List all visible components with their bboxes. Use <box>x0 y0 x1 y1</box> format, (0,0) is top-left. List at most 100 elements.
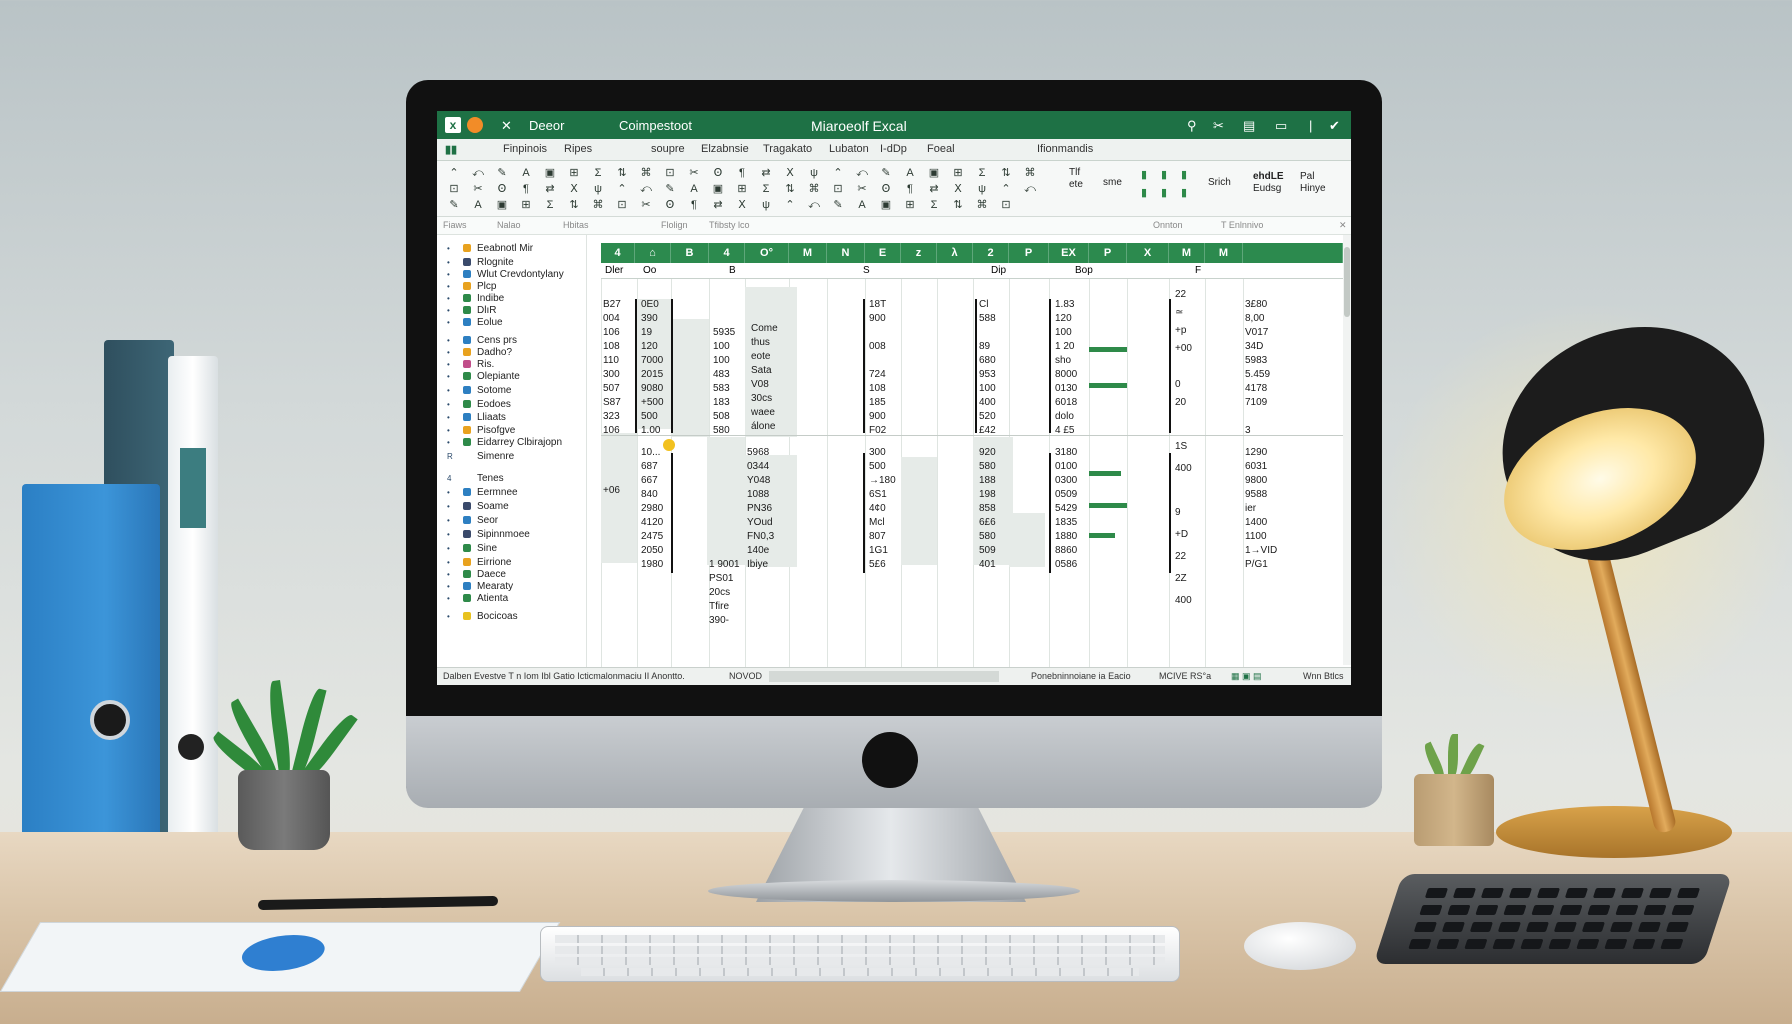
ribbon-toggle-icon[interactable]: ▮▮ <box>445 143 457 156</box>
header-cell[interactable]: F <box>1195 265 1201 276</box>
cell[interactable]: 400 <box>1175 595 1192 607</box>
sidebar-item[interactable]: • Atienta <box>447 593 508 607</box>
cell[interactable]: 20cs <box>709 587 730 599</box>
cell[interactable]: 188 <box>979 475 996 487</box>
column-header[interactable]: O° <box>745 243 789 263</box>
file-tab[interactable]: Deeor <box>529 118 564 133</box>
toolbar-icon[interactable]: Ⅹ <box>567 183 581 195</box>
toolbar-icon[interactable]: ✎ <box>831 199 845 211</box>
cell[interactable]: 400 <box>1175 463 1192 475</box>
toolbar-icon[interactable]: ⊡ <box>447 183 461 195</box>
cell[interactable]: 323 <box>603 411 620 423</box>
style-swatch-icon[interactable]: ▮ <box>1137 169 1151 181</box>
cell[interactable]: FN0,3 <box>747 531 774 543</box>
menu-item[interactable]: I-dDp <box>880 143 907 155</box>
cell[interactable]: B27 <box>603 299 621 311</box>
header-cell[interactable]: Dler <box>605 265 623 276</box>
cell[interactable]: 22 <box>1175 289 1186 301</box>
column-header[interactable]: P <box>1089 243 1127 263</box>
cell[interactable]: Ibiye <box>747 559 768 571</box>
toolbar-icon[interactable]: ⊞ <box>735 183 749 195</box>
cell[interactable]: 0509 <box>1055 489 1077 501</box>
column-header[interactable]: λ <box>937 243 973 263</box>
toolbar-icon[interactable]: A <box>903 167 917 179</box>
column-header[interactable]: N <box>827 243 865 263</box>
cell[interactable]: waee <box>751 407 775 419</box>
toolbar-icon[interactable]: ⌃ <box>615 183 629 195</box>
toolbar-icon[interactable]: ⤺ <box>855 167 869 179</box>
cell[interactable]: 5935 <box>713 327 735 339</box>
header-cell[interactable]: S <box>863 265 870 276</box>
toolbar-icon[interactable]: ✂ <box>639 199 653 211</box>
cell[interactable]: +06 <box>603 485 620 497</box>
toolbar-icon[interactable]: ψ <box>591 183 605 195</box>
formula-item[interactable]: Hbitas <box>563 220 589 230</box>
menu-item[interactable]: Tragakato <box>763 143 812 155</box>
toolbar-icon[interactable]: ⇄ <box>927 183 941 195</box>
cell[interactable]: 0 <box>1175 379 1181 391</box>
toolbar-icon[interactable]: Ⅹ <box>951 183 965 195</box>
toolbar-icon[interactable]: ⌃ <box>783 199 797 211</box>
toolbar-icon[interactable]: ¶ <box>903 183 917 195</box>
toolbar-icon[interactable]: ⇄ <box>711 199 725 211</box>
ribbon-label[interactable]: ete <box>1069 179 1083 190</box>
cell[interactable]: dolo <box>1055 411 1074 423</box>
sidebar-item[interactable]: • Olepiante <box>447 371 520 385</box>
column-header[interactable]: E <box>865 243 901 263</box>
cell[interactable]: 20 <box>1175 397 1186 409</box>
cell[interactable]: 4¢0 <box>869 503 886 515</box>
column-header[interactable]: M <box>1169 243 1205 263</box>
cell[interactable]: 106 <box>603 327 620 339</box>
cell[interactable]: 9588 <box>1245 489 1267 501</box>
toolbar-icon[interactable]: ▣ <box>495 199 509 211</box>
cell[interactable]: 500 <box>641 411 658 423</box>
sidebar-item[interactable]: R Simenre <box>447 451 514 465</box>
cell[interactable]: 509 <box>979 545 996 557</box>
ribbon-label[interactable]: Eudsg <box>1253 183 1281 194</box>
warning-icon[interactable] <box>663 439 675 451</box>
cell[interactable]: 507 <box>603 383 620 395</box>
cell[interactable]: 34D <box>1245 341 1263 353</box>
toolbar-icon[interactable]: A <box>855 199 869 211</box>
toolbar-icon[interactable]: ⊡ <box>999 199 1013 211</box>
cell[interactable]: 0130 <box>1055 383 1077 395</box>
cell[interactable]: 900 <box>869 313 886 325</box>
cell[interactable]: 100 <box>1055 327 1072 339</box>
toolbar-icon[interactable]: Σ <box>591 167 605 179</box>
cell[interactable]: S87 <box>603 397 621 409</box>
formula-item[interactable]: Nalao <box>497 220 521 230</box>
close-pane-icon[interactable]: ✕ <box>1339 220 1347 231</box>
toolbar-icon[interactable]: ⊞ <box>951 167 965 179</box>
cell[interactable]: 840 <box>641 489 658 501</box>
cell[interactable]: 2050 <box>641 545 663 557</box>
cell[interactable]: 4120 <box>641 517 663 529</box>
cell[interactable]: 18T <box>869 299 886 311</box>
toolbar-icon[interactable]: ¶ <box>735 167 749 179</box>
menu-item[interactable]: Foeal <box>927 143 955 155</box>
cell[interactable]: 100 <box>979 383 996 395</box>
cell[interactable]: ier <box>1245 503 1256 515</box>
cell[interactable]: PS01 <box>709 573 733 585</box>
cell[interactable]: 1100 <box>1245 531 1267 543</box>
horizontal-scrollbar[interactable] <box>769 671 999 682</box>
toolbar-icon[interactable]: ✎ <box>447 199 461 211</box>
cell[interactable]: 108 <box>869 383 886 395</box>
toolbar-icon[interactable]: Ꙩ <box>495 183 509 195</box>
toolbar-icon[interactable]: ▣ <box>879 199 893 211</box>
toolbar-icon[interactable]: ▣ <box>543 167 557 179</box>
formula-item[interactable]: Onnton <box>1153 220 1183 230</box>
cell[interactable]: 6S1 <box>869 489 887 501</box>
toolbar-icon[interactable]: ⌘ <box>975 199 989 211</box>
cell[interactable]: V08 <box>751 379 769 391</box>
cell[interactable]: 390- <box>709 615 729 627</box>
cell[interactable]: 1980 <box>641 559 663 571</box>
toolbar-icon[interactable]: ✎ <box>495 167 509 179</box>
sidebar-item[interactable]: 4 Tenes <box>447 473 504 487</box>
view-icon[interactable]: ▦ ▣ ▤ <box>1231 671 1262 682</box>
cell[interactable]: sho <box>1055 355 1071 367</box>
sidebar-item[interactable]: • Eidarrey Clbirajopn <box>447 437 562 451</box>
header-cell[interactable]: Bop <box>1075 265 1093 276</box>
cell[interactable]: Tfire <box>709 601 729 613</box>
toolbar-icon[interactable]: ⌃ <box>999 183 1013 195</box>
cell[interactable]: 920 <box>979 447 996 459</box>
